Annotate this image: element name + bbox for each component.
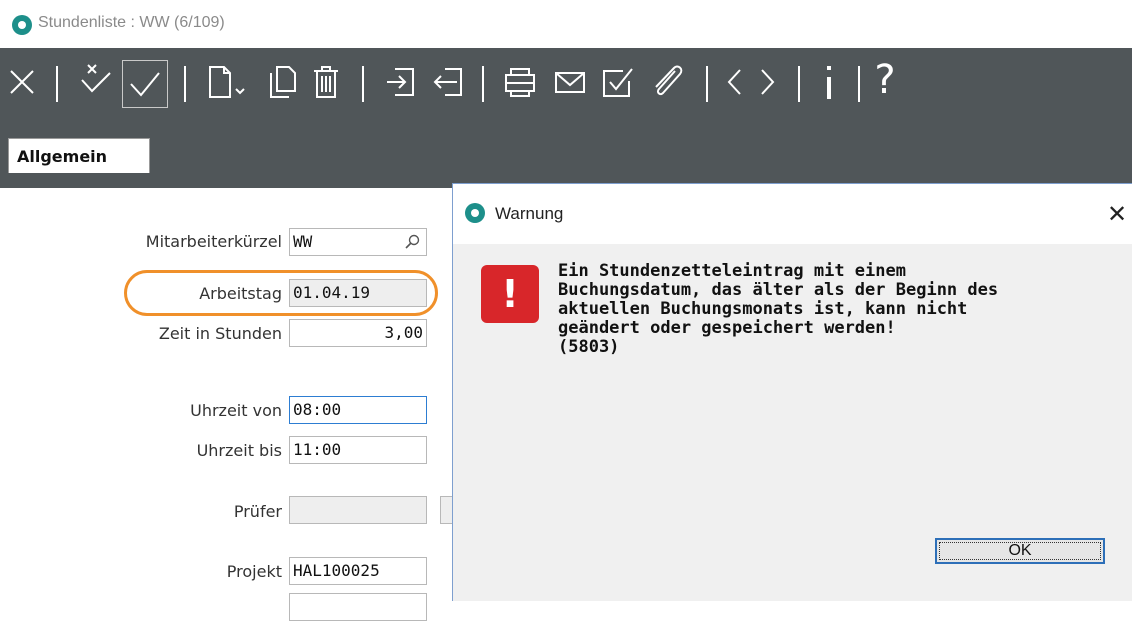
import-icon[interactable] [380, 62, 420, 102]
mitarbeiterkuerzel-field[interactable]: WW [289, 228, 427, 256]
uhrzeit-bis-label: Uhrzeit bis [196, 441, 282, 460]
zeit-in-stunden-field[interactable]: 3,00 [289, 319, 427, 347]
dialog-titlebar: Warnung ✕ [453, 184, 1132, 244]
toolbar-separator [184, 66, 186, 102]
search-icon[interactable] [404, 234, 420, 250]
message-line: aktuellen Buchungsmonats ist, kann nicht [558, 299, 968, 319]
close-icon[interactable]: ✕ [1107, 200, 1127, 228]
projekt-label: Projekt [226, 562, 282, 581]
taetigkeit-field[interactable] [289, 593, 427, 621]
toolbar-separator [362, 66, 364, 102]
message-line: Buchungsdatum, das älter als der Beginn … [558, 280, 999, 300]
app-logo-icon [12, 15, 32, 35]
arbeitstag-field[interactable]: 01.04.19 [289, 279, 427, 307]
close-icon[interactable] [4, 62, 40, 102]
dialog-message: Ein Stundenzetteleintrag mit einem Buchu… [558, 262, 1118, 357]
toolbar: ? Allgemein [0, 48, 1132, 188]
help-icon[interactable]: ? [870, 57, 900, 103]
projekt-field[interactable]: HAL100025 [289, 557, 427, 585]
toolbar-separator [798, 66, 800, 102]
app-logo-icon [465, 203, 485, 223]
error-icon: ! [481, 265, 539, 323]
arbeitstag-label: Arbeitstag [199, 284, 282, 303]
toolbar-separator [858, 66, 860, 102]
save-icon[interactable] [122, 60, 168, 108]
tab-label: Allgemein [17, 147, 108, 166]
mitarbeiterkuerzel-label: Mitarbeiterkürzel [145, 232, 282, 251]
mail-icon[interactable] [550, 62, 590, 102]
uhrzeit-von-field[interactable]: 08:00 [289, 396, 427, 424]
checkbox-icon[interactable] [598, 62, 638, 102]
tab-allgemein[interactable]: Allgemein [8, 138, 150, 173]
pruefer-field[interactable] [289, 496, 427, 524]
dialog-title: Warnung [495, 204, 564, 223]
uhrzeit-von-label: Uhrzeit von [190, 401, 282, 420]
toolbar-separator [706, 66, 708, 102]
toolbar-separator [56, 66, 58, 102]
print-icon[interactable] [500, 62, 540, 102]
export-icon[interactable] [428, 62, 468, 102]
copy-icon[interactable] [264, 62, 300, 102]
attachment-icon[interactable] [644, 62, 688, 102]
exclamation-mark: ! [501, 272, 519, 316]
toolbar-separator [482, 66, 484, 102]
warning-dialog: Warnung ✕ ! Ein Stundenzetteleintrag mit… [452, 183, 1132, 601]
ok-button[interactable]: OK [935, 538, 1105, 564]
next-icon[interactable] [752, 62, 782, 102]
window-title: Stundenliste : WW (6/109) [38, 14, 225, 31]
window-titlebar: Stundenliste : WW (6/109) [0, 0, 1132, 48]
message-line: Ein Stundenzetteleintrag mit einem [558, 261, 906, 281]
message-line: (5803) [558, 337, 620, 357]
message-line: geändert oder gespeichert werden! [558, 318, 896, 338]
previous-icon[interactable] [720, 62, 750, 102]
zeit-in-stunden-label: Zeit in Stunden [158, 324, 282, 343]
delete-icon[interactable] [308, 62, 344, 102]
info-icon[interactable] [814, 62, 844, 102]
discard-changes-icon[interactable] [76, 60, 116, 100]
pruefer-label: Prüfer [233, 502, 282, 521]
new-document-icon[interactable] [204, 62, 252, 102]
mitarbeiterkuerzel-value: WW [293, 232, 313, 251]
uhrzeit-bis-field[interactable]: 11:00 [289, 436, 427, 464]
